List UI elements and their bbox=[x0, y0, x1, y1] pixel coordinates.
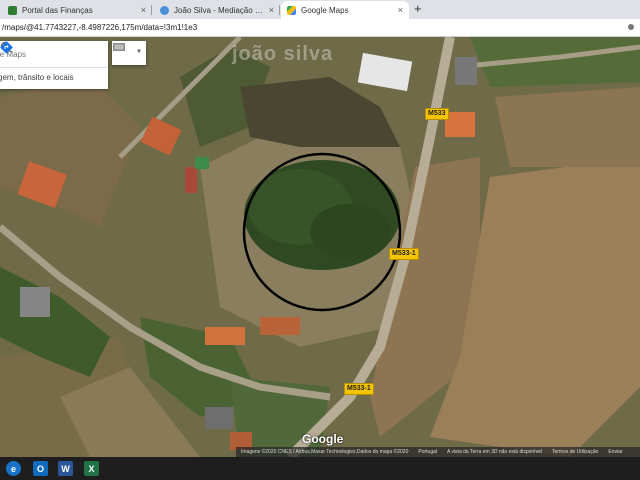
tab-joao-silva[interactable]: João Silva - Mediação Imobiliári... × bbox=[154, 1, 280, 19]
edge-icon[interactable]: e bbox=[6, 461, 21, 476]
google-logo: Google bbox=[302, 432, 344, 446]
tab-label: Google Maps bbox=[301, 5, 349, 15]
word-icon[interactable]: W bbox=[58, 461, 73, 476]
tab-label: Portal das Finanças bbox=[22, 5, 93, 15]
watermark-logo: joão silva bbox=[232, 43, 334, 65]
search-suggestion[interactable]: gem, trânsito e locais bbox=[0, 73, 74, 82]
tab-close-icon[interactable]: × bbox=[398, 5, 403, 15]
directions-icon[interactable] bbox=[0, 41, 13, 54]
taskbar: e O W X bbox=[0, 457, 640, 480]
attribution-text: Imagens ©2020 CNES / Airbus,Maxar Techno… bbox=[241, 449, 409, 455]
tab-label: João Silva - Mediação Imobiliári... bbox=[174, 5, 265, 15]
road-label: M533-1 bbox=[389, 248, 419, 260]
globe-icon bbox=[160, 5, 169, 15]
search-divider bbox=[0, 67, 108, 68]
terms-link[interactable]: Termos de Utilização bbox=[552, 449, 598, 455]
tab-close-icon[interactable]: × bbox=[141, 5, 146, 15]
menu-icon[interactable] bbox=[628, 24, 634, 30]
attribution-region: Portugal bbox=[418, 449, 437, 455]
send-feedback-link[interactable]: Enviar bbox=[608, 449, 622, 455]
road-label: M533-1 bbox=[344, 383, 374, 395]
finance-portal-icon bbox=[8, 5, 17, 15]
map-search-box[interactable]: le Maps gem, trânsito e locais bbox=[0, 41, 108, 89]
tab-portal-financas[interactable]: Portal das Finanças × bbox=[2, 1, 152, 19]
tab-close-icon[interactable]: × bbox=[269, 5, 274, 15]
outlook-icon[interactable]: O bbox=[33, 461, 48, 476]
satellite-imagery bbox=[0, 37, 640, 457]
road-label: M533 bbox=[425, 108, 449, 120]
excel-icon[interactable]: X bbox=[84, 461, 99, 476]
browser-tab-bar: Portal das Finanças × João Silva - Media… bbox=[0, 0, 640, 19]
google-maps-icon bbox=[287, 5, 296, 15]
layers-icon bbox=[113, 43, 125, 51]
attribution-3d-note: A vista da Terra em 3D não está disponív… bbox=[447, 449, 542, 455]
address-url[interactable]: /maps/@41.7743227,-8.4987226,175m/data=!… bbox=[2, 23, 197, 32]
address-bar[interactable]: /maps/@41.7743227,-8.4987226,175m/data=!… bbox=[0, 19, 640, 37]
satellite-map[interactable]: joão silva le Maps gem, trânsito e locai… bbox=[0, 37, 640, 457]
map-attribution-bar: Imagens ©2020 CNES / Airbus,Maxar Techno… bbox=[236, 447, 640, 457]
tab-google-maps[interactable]: Google Maps × bbox=[281, 1, 409, 19]
layers-button[interactable]: ▼ bbox=[112, 41, 146, 65]
chevron-down-icon: ▼ bbox=[136, 49, 142, 55]
new-tab-button[interactable]: + bbox=[414, 2, 422, 16]
